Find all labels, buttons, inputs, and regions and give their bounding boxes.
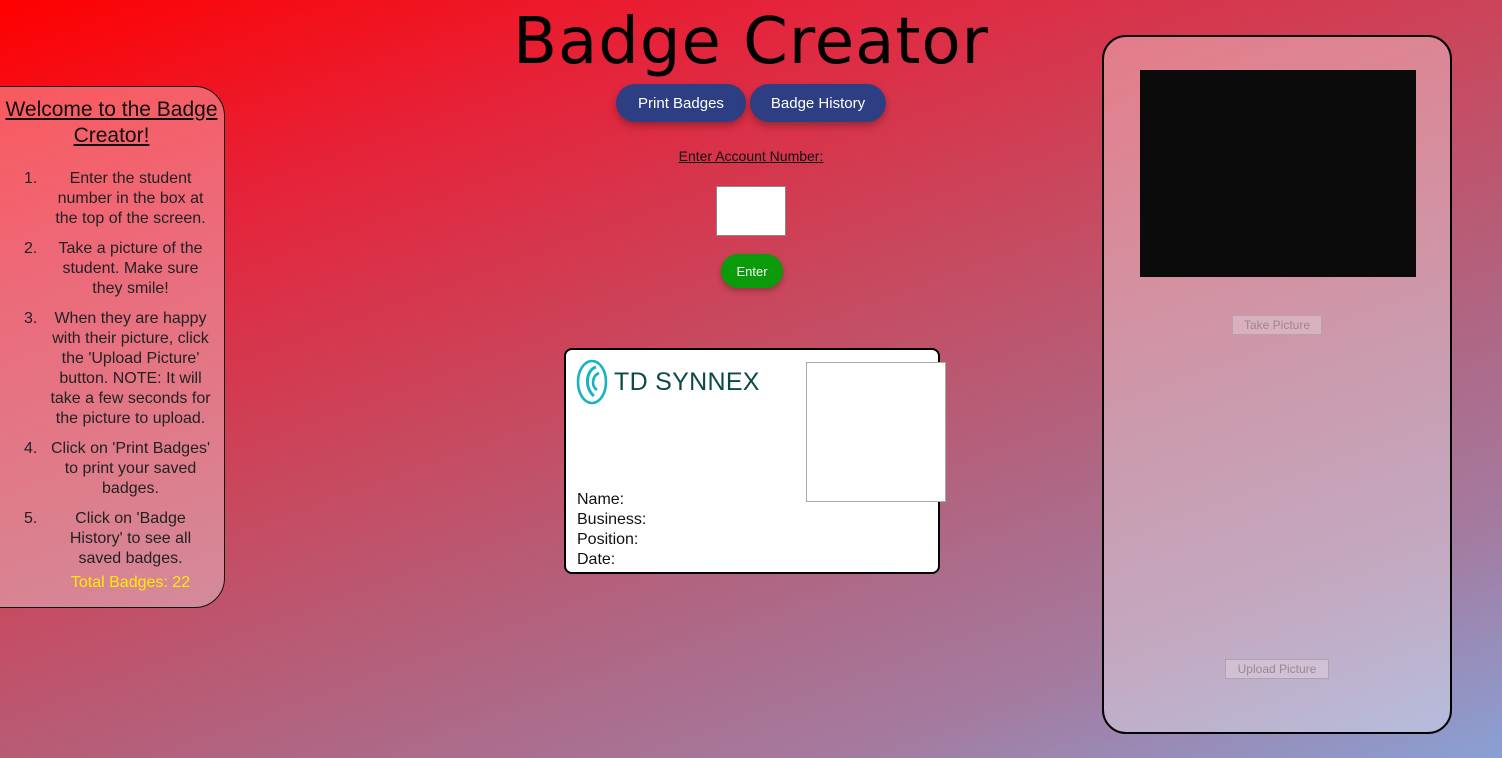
td-synnex-swirl-icon xyxy=(576,359,608,405)
step-text: Click on 'Badge History' to see all save… xyxy=(69,510,192,567)
badge-business-label: Business: xyxy=(577,511,647,528)
account-number-input[interactable] xyxy=(716,186,786,236)
step-number: 4. xyxy=(24,440,38,457)
enter-button[interactable]: Enter xyxy=(721,254,783,288)
badge-photo-placeholder xyxy=(806,362,946,502)
instructions-list: 1. Enter the student number in the box a… xyxy=(0,169,224,569)
badge-history-button[interactable]: Badge History xyxy=(750,84,886,122)
step-text: Take a picture of the student. Make sure… xyxy=(58,240,203,297)
camera-panel: Take Picture Upload Picture xyxy=(1102,35,1452,734)
instruction-step: 4. Click on 'Print Badges' to print your… xyxy=(0,439,224,499)
instruction-step: 3. When they are happy with their pictur… xyxy=(0,309,224,429)
welcome-heading: Welcome to the Badge Creator! xyxy=(5,98,218,147)
instruction-step: 1. Enter the student number in the box a… xyxy=(0,169,224,229)
step-number: 5. xyxy=(24,510,38,527)
badge-date-label: Date: xyxy=(577,551,616,568)
step-text: Click on 'Print Badges' to print your sa… xyxy=(50,440,211,497)
badge-position-label: Position: xyxy=(577,531,639,548)
total-badges-count: Total Badges: 22 xyxy=(70,574,191,591)
instruction-step: 2. Take a picture of the student. Make s… xyxy=(0,239,224,299)
take-picture-button[interactable]: Take Picture xyxy=(1232,315,1322,335)
step-text: When they are happy with their picture, … xyxy=(50,310,211,427)
instruction-step: 5. Click on 'Badge History' to see all s… xyxy=(0,509,224,569)
step-text: Enter the student number in the box at t… xyxy=(55,170,206,227)
welcome-panel: Welcome to the Badge Creator! 1. Enter t… xyxy=(0,86,225,608)
company-logo: TD SYNNEX xyxy=(576,358,776,406)
badge-preview: TD SYNNEX Name: Business: Position: Date… xyxy=(564,348,946,574)
step-number: 3. xyxy=(24,310,38,327)
camera-video-feed xyxy=(1140,70,1416,277)
badge-fields: Name: Business: Position: Date: xyxy=(577,490,646,570)
badge-name-label: Name: xyxy=(577,491,625,508)
logo-wordmark: TD SYNNEX xyxy=(614,368,760,396)
step-number: 1. xyxy=(24,170,38,187)
upload-picture-button[interactable]: Upload Picture xyxy=(1225,659,1329,679)
step-number: 2. xyxy=(24,240,38,257)
print-badges-button[interactable]: Print Badges xyxy=(616,84,746,122)
